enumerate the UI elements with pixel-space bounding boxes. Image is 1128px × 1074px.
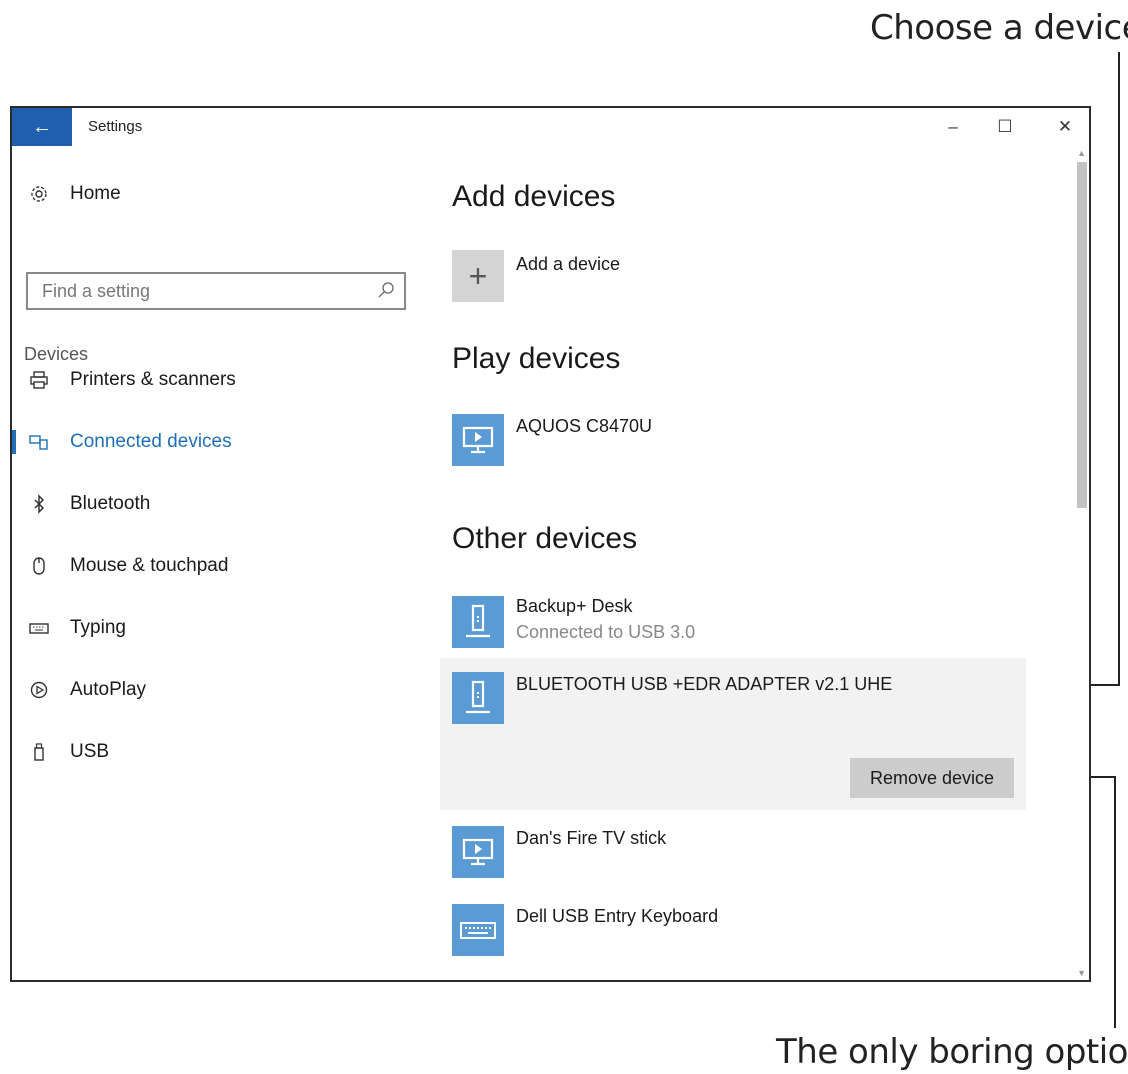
device-name[interactable]: Dan's Fire TV stick: [516, 828, 666, 849]
callout-boring-option: The only boring option: [776, 1032, 1128, 1072]
scroll-thumb[interactable]: [1077, 162, 1087, 508]
mouse-icon: [28, 555, 50, 577]
search-placeholder: Find a setting: [42, 281, 151, 301]
sidebar-item-usb[interactable]: USB: [12, 732, 422, 772]
scroll-down-arrow-icon[interactable]: ▼: [1077, 968, 1086, 978]
active-indicator: [12, 430, 16, 454]
sidebar-item-label: Connected devices: [70, 431, 232, 452]
heading-other-devices: Other devices: [452, 522, 638, 555]
keyboard-icon: [460, 922, 496, 939]
device-status: Connected to USB 3.0: [516, 622, 696, 642]
display-icon: [462, 426, 494, 454]
connected-devices-icon: [28, 431, 50, 453]
device-tile-keyboard[interactable]: [452, 904, 504, 956]
sidebar-item-autoplay[interactable]: AutoPlay: [12, 670, 422, 710]
sidebar-item-connected-devices[interactable]: Connected devices: [12, 422, 422, 462]
usb-icon: [28, 741, 50, 763]
callout-line-top-vertical: [1118, 52, 1120, 686]
sidebar-item-label: USB: [70, 741, 110, 762]
gear-icon: [28, 183, 50, 205]
search-input[interactable]: Find a setting: [26, 272, 406, 310]
device-tile-backup-desk[interactable]: [452, 596, 504, 648]
window-title: Settings: [88, 118, 143, 135]
heading-play-devices: Play devices: [452, 342, 621, 375]
display-icon: [462, 838, 494, 866]
printer-icon: [28, 369, 50, 391]
remove-device-button[interactable]: Remove device: [850, 758, 1014, 798]
sidebar-item-label: Bluetooth: [70, 493, 151, 514]
callout-line-bottom-vertical: [1114, 776, 1116, 1028]
sidebar: Home Find a setting Devices Printers & s…: [12, 146, 422, 980]
minimize-button[interactable]: –: [930, 112, 976, 142]
sidebar-item-bluetooth[interactable]: Bluetooth: [12, 484, 422, 524]
usb-drive-icon: [466, 604, 490, 638]
keyboard-icon: [28, 617, 50, 639]
sidebar-item-label: Home: [70, 183, 121, 204]
close-button[interactable]: ✕: [1042, 112, 1088, 142]
sidebar-item-typing[interactable]: Typing: [12, 608, 422, 648]
device-tile-aquos[interactable]: [452, 414, 504, 466]
scrollbar[interactable]: ▲ ▼: [1075, 146, 1089, 980]
main-content: Add devices + Add a device Play devices …: [422, 146, 1075, 980]
device-name[interactable]: AQUOS C8470U: [516, 416, 652, 437]
back-button[interactable]: ←: [12, 108, 72, 146]
device-name[interactable]: Dell USB Entry Keyboard: [516, 906, 718, 927]
device-name-selected[interactable]: BLUETOOTH USB +EDR ADAPTER v2.1 UHE: [516, 674, 892, 695]
usb-drive-icon: [466, 680, 490, 714]
sidebar-item-label: Typing: [70, 617, 126, 638]
device-tile-fire-tv[interactable]: [452, 826, 504, 878]
search-icon: [378, 282, 394, 298]
title-bar: ← Settings – ☐ ✕: [12, 108, 1089, 146]
autoplay-icon: [28, 679, 50, 701]
back-arrow-icon: ←: [32, 115, 52, 138]
sidebar-item-label: AutoPlay: [70, 679, 147, 700]
device-tile-bluetooth-adapter[interactable]: [452, 672, 504, 724]
sidebar-item-home[interactable]: Home: [12, 174, 422, 214]
sidebar-item-mouse[interactable]: Mouse & touchpad: [12, 546, 422, 586]
add-device-label[interactable]: Add a device: [516, 254, 620, 275]
maximize-button[interactable]: ☐: [982, 112, 1028, 142]
bluetooth-icon: [28, 493, 50, 515]
device-name[interactable]: Backup+ Desk: [516, 596, 633, 617]
plus-icon: +: [468, 257, 488, 294]
heading-add-devices: Add devices: [452, 180, 616, 213]
add-device-button[interactable]: +: [452, 250, 504, 302]
sidebar-item-printers[interactable]: Printers & scanners: [12, 360, 422, 400]
scroll-up-arrow-icon[interactable]: ▲: [1077, 148, 1086, 158]
settings-window: ← Settings – ☐ ✕ Home Find a setting Dev…: [10, 106, 1091, 982]
callout-choose-device: Choose a device: [870, 8, 1128, 48]
sidebar-item-label: Mouse & touchpad: [70, 555, 229, 576]
sidebar-item-label: Printers & scanners: [70, 369, 236, 390]
